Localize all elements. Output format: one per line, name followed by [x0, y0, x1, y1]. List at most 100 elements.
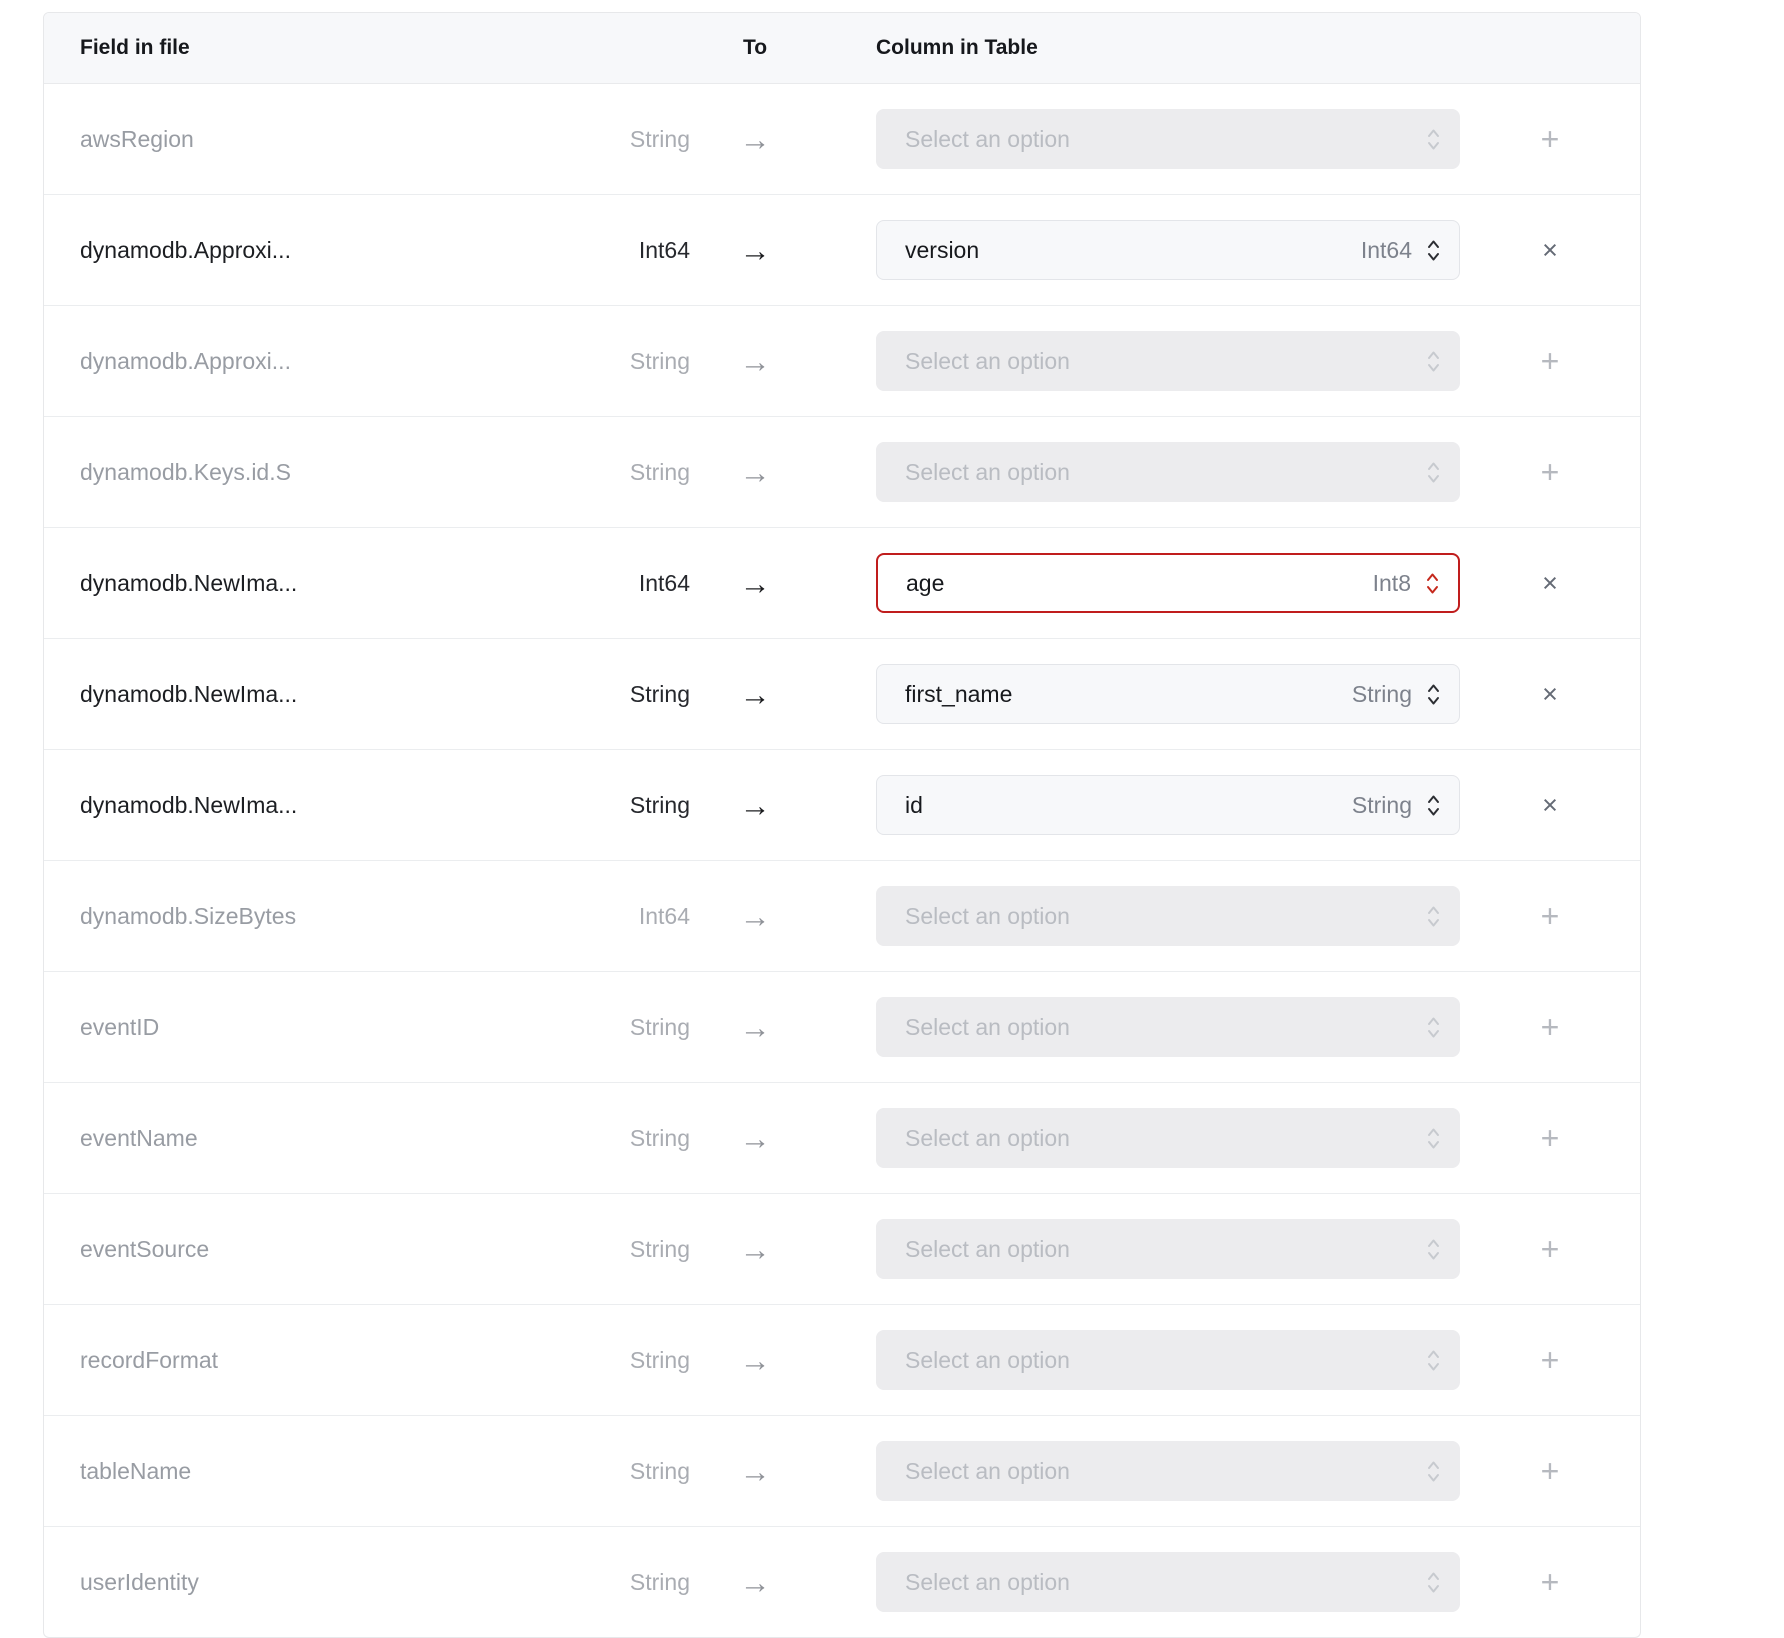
column-select[interactable]: id String [876, 775, 1460, 835]
column-select[interactable]: Select an option [876, 997, 1460, 1057]
chevron-updown-icon [1426, 682, 1441, 707]
field-type: String [530, 459, 690, 486]
column-select-value: Select an option [905, 1569, 1070, 1596]
column-select-value: Select an option [905, 126, 1070, 153]
add-mapping-button[interactable]: + [1541, 1122, 1560, 1154]
remove-mapping-button[interactable]: × [1542, 570, 1558, 597]
add-mapping-button[interactable]: + [1541, 1011, 1560, 1043]
add-mapping-button[interactable]: + [1541, 1233, 1560, 1265]
add-mapping-button[interactable]: + [1541, 900, 1560, 932]
column-select-type: String [1352, 792, 1412, 819]
add-mapping-button[interactable]: + [1541, 1344, 1560, 1376]
column-select-value: Select an option [905, 1458, 1070, 1485]
add-mapping-button[interactable]: + [1541, 123, 1560, 155]
column-select[interactable]: first_name String [876, 664, 1460, 724]
column-select-type: String [1352, 681, 1412, 708]
field-type: String [530, 1569, 690, 1596]
column-select-type: Int8 [1373, 570, 1411, 597]
table-row: dynamodb.NewIma... Int64 → age Int8 × [44, 528, 1640, 639]
header-field-in-file: Field in file [80, 36, 530, 60]
field-mapping-table: Field in file To Column in Table awsRegi… [43, 12, 1641, 1638]
field-name: eventName [80, 1125, 530, 1152]
field-type: Int64 [530, 570, 690, 597]
field-type: Int64 [530, 237, 690, 264]
field-name: eventID [80, 1014, 530, 1041]
add-mapping-button[interactable]: + [1541, 1566, 1560, 1598]
field-type: String [530, 1458, 690, 1485]
chevron-updown-icon [1426, 1015, 1441, 1040]
column-select[interactable]: Select an option [876, 1108, 1460, 1168]
table-row: dynamodb.NewIma... String → first_name S… [44, 639, 1640, 750]
field-name: dynamodb.NewIma... [80, 570, 530, 597]
arrow-right-icon: → [690, 790, 820, 821]
chevron-updown-icon [1426, 1348, 1441, 1373]
column-select-value: id [905, 792, 923, 819]
column-select[interactable]: age Int8 [876, 553, 1460, 613]
chevron-updown-icon [1426, 238, 1441, 263]
header-to: To [690, 36, 820, 60]
column-select[interactable]: version Int64 [876, 220, 1460, 280]
chevron-updown-icon [1426, 1459, 1441, 1484]
chevron-updown-icon [1426, 793, 1441, 818]
arrow-right-icon: → [690, 1456, 820, 1487]
remove-mapping-button[interactable]: × [1542, 681, 1558, 708]
table-row: userIdentity String → Select an option + [44, 1527, 1640, 1637]
column-select[interactable]: Select an option [876, 109, 1460, 169]
add-mapping-button[interactable]: + [1541, 345, 1560, 377]
column-select[interactable]: Select an option [876, 1330, 1460, 1390]
field-type: String [530, 792, 690, 819]
table-body: awsRegion String → Select an option + [44, 84, 1640, 1637]
column-select[interactable]: Select an option [876, 1219, 1460, 1279]
column-select[interactable]: Select an option [876, 331, 1460, 391]
table-row: dynamodb.Approxi... Int64 → version Int6… [44, 195, 1640, 306]
field-name: dynamodb.Approxi... [80, 237, 530, 264]
column-select-value: Select an option [905, 1125, 1070, 1152]
table-row: eventName String → Select an option + [44, 1083, 1640, 1194]
column-select[interactable]: Select an option [876, 1441, 1460, 1501]
add-mapping-button[interactable]: + [1541, 456, 1560, 488]
arrow-right-icon: → [690, 1123, 820, 1154]
arrow-right-icon: → [690, 1234, 820, 1265]
arrow-right-icon: → [690, 901, 820, 932]
column-select-value: first_name [905, 681, 1012, 708]
arrow-right-icon: → [690, 1345, 820, 1376]
add-mapping-button[interactable]: + [1541, 1455, 1560, 1487]
field-name: dynamodb.SizeBytes [80, 903, 530, 930]
chevron-updown-icon [1426, 1126, 1441, 1151]
field-name: dynamodb.Approxi... [80, 348, 530, 375]
table-row: dynamodb.SizeBytes Int64 → Select an opt… [44, 861, 1640, 972]
chevron-updown-icon [1426, 460, 1441, 485]
column-select-value: Select an option [905, 1347, 1070, 1374]
column-select-value: Select an option [905, 459, 1070, 486]
column-select-value: version [905, 237, 979, 264]
field-name: dynamodb.Keys.id.S [80, 459, 530, 486]
arrow-right-icon: → [690, 457, 820, 488]
table-row: eventID String → Select an option + [44, 972, 1640, 1083]
column-select[interactable]: Select an option [876, 1552, 1460, 1612]
field-name: dynamodb.NewIma... [80, 792, 530, 819]
column-select[interactable]: Select an option [876, 442, 1460, 502]
field-type: String [530, 1014, 690, 1041]
field-type: String [530, 1125, 690, 1152]
field-type: Int64 [530, 903, 690, 930]
chevron-updown-icon [1426, 349, 1441, 374]
field-type: String [530, 1347, 690, 1374]
table-row: awsRegion String → Select an option + [44, 84, 1640, 195]
header-column-in-table: Column in Table [876, 36, 1460, 60]
column-select-value: Select an option [905, 1236, 1070, 1263]
field-name: recordFormat [80, 1347, 530, 1374]
remove-mapping-button[interactable]: × [1542, 792, 1558, 819]
field-type: String [530, 1236, 690, 1263]
column-select-type: Int64 [1361, 237, 1412, 264]
remove-mapping-button[interactable]: × [1542, 237, 1558, 264]
column-select[interactable]: Select an option [876, 886, 1460, 946]
column-select-value: age [906, 570, 944, 597]
column-select-value: Select an option [905, 903, 1070, 930]
arrow-right-icon: → [690, 568, 820, 599]
field-name: userIdentity [80, 1569, 530, 1596]
arrow-right-icon: → [690, 124, 820, 155]
field-type: String [530, 681, 690, 708]
arrow-right-icon: → [690, 679, 820, 710]
field-name: eventSource [80, 1236, 530, 1263]
arrow-right-icon: → [690, 346, 820, 377]
